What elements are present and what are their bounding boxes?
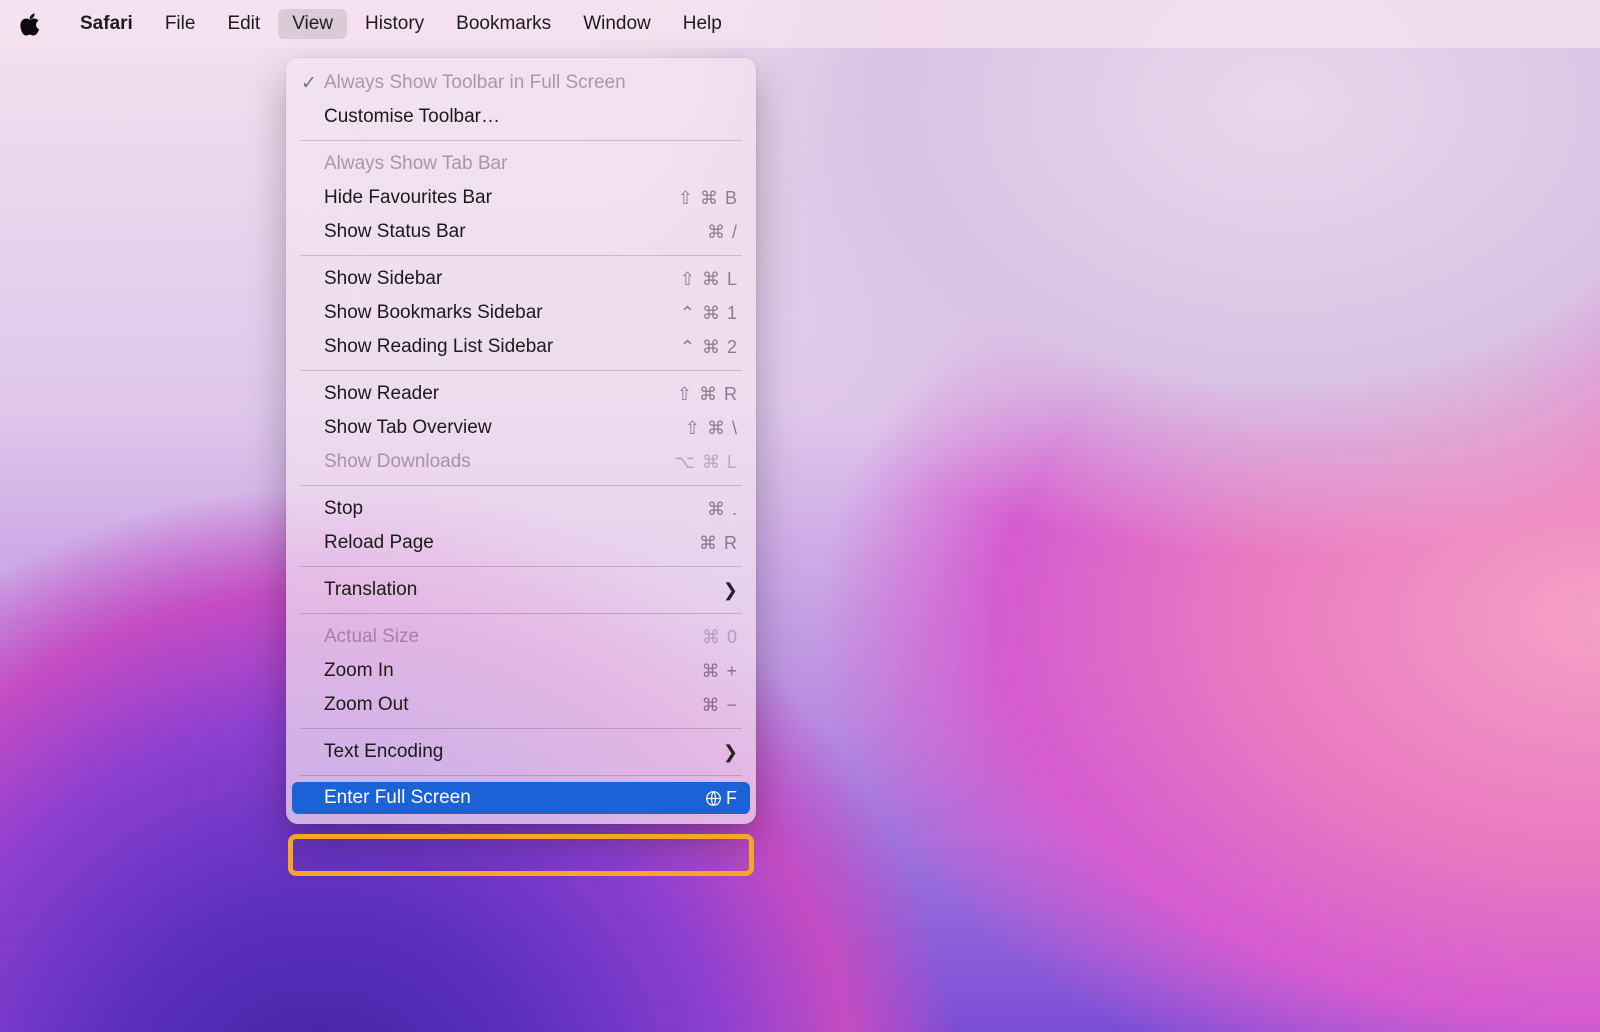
menu-item-show-reader[interactable]: Show Reader⇧ ⌘ R [286, 377, 756, 411]
menu-separator [300, 566, 742, 567]
menu-separator [300, 728, 742, 729]
menu-separator [300, 370, 742, 371]
menu-item-label: Zoom Out [322, 694, 701, 716]
menu-item-shortcut: ⌥ ⌘ L [674, 452, 738, 473]
menu-item-label: Always Show Toolbar in Full Screen [322, 72, 738, 94]
menu-item-label: Show Status Bar [322, 221, 707, 243]
menubar-edit[interactable]: Edit [213, 9, 274, 39]
menubar-bookmarks[interactable]: Bookmarks [442, 9, 565, 39]
menubar-file[interactable]: File [151, 9, 210, 39]
menu-item-customise-toolbar[interactable]: Customise Toolbar… [286, 100, 756, 134]
menubar-history[interactable]: History [351, 9, 438, 39]
menu-item-reload-page[interactable]: Reload Page⌘ R [286, 526, 756, 560]
menu-item-show-sidebar[interactable]: Show Sidebar⇧ ⌘ L [286, 262, 756, 296]
menu-item-shortcut: ⌃ ⌘ 1 [680, 303, 738, 324]
menu-item-enter-full-screen[interactable]: Enter Full ScreenF [292, 782, 750, 814]
menu-item-label: Translation [322, 579, 723, 601]
menu-item-label: Show Tab Overview [322, 417, 685, 439]
menu-separator [300, 775, 742, 776]
menu-item-shortcut: ⌘ R [699, 533, 738, 554]
menu-item-label: Text Encoding [322, 741, 723, 763]
menu-item-translation[interactable]: Translation❯ [286, 573, 756, 607]
menu-item-shortcut: ⌘ + [701, 661, 738, 682]
menu-item-label: Show Sidebar [322, 268, 680, 290]
menu-item-label: Show Reading List Sidebar [322, 336, 680, 358]
menu-item-show-reading-list-sidebar[interactable]: Show Reading List Sidebar⌃ ⌘ 2 [286, 330, 756, 364]
menu-item-stop[interactable]: Stop⌘ . [286, 492, 756, 526]
menu-item-shortcut: F [705, 788, 738, 809]
apple-menu-icon[interactable] [18, 11, 44, 37]
menu-item-label: Hide Favourites Bar [322, 187, 678, 209]
menubar-view[interactable]: View [278, 9, 347, 39]
chevron-right-icon: ❯ [723, 742, 738, 763]
menu-item-shortcut: ⇧ ⌘ B [678, 188, 738, 209]
globe-icon [705, 790, 722, 807]
annotation-highlight [288, 834, 754, 876]
menu-item-shortcut: ⌘ / [707, 222, 738, 243]
view-menu-dropdown: ✓Always Show Toolbar in Full Screen Custo… [286, 58, 756, 824]
checkmark-icon: ✓ [298, 72, 320, 95]
menu-item-zoom-out[interactable]: Zoom Out⌘ − [286, 688, 756, 722]
menubar-window[interactable]: Window [569, 9, 665, 39]
menu-separator [300, 485, 742, 486]
menu-separator [300, 255, 742, 256]
menu-item-label: Always Show Tab Bar [322, 153, 738, 175]
menu-item-label: Show Reader [322, 383, 677, 405]
chevron-right-icon: ❯ [723, 580, 738, 601]
menu-item-label: Stop [322, 498, 707, 520]
menubar: Safari File Edit View History Bookmarks … [0, 0, 1600, 48]
menu-item-text-encoding[interactable]: Text Encoding❯ [286, 735, 756, 769]
menu-item-always-show-tab-bar: Always Show Tab Bar [286, 147, 756, 181]
menu-item-hide-favourites-bar[interactable]: Hide Favourites Bar⇧ ⌘ B [286, 181, 756, 215]
menu-item-show-bookmarks-sidebar[interactable]: Show Bookmarks Sidebar⌃ ⌘ 1 [286, 296, 756, 330]
menu-item-shortcut: ⇧ ⌘ \ [685, 418, 738, 439]
menu-item-label: Show Bookmarks Sidebar [322, 302, 680, 324]
menubar-help[interactable]: Help [669, 9, 736, 39]
menu-item-shortcut: ⌘ 0 [702, 627, 738, 648]
menu-item-always-show-toolbar-in-full-screen: ✓Always Show Toolbar in Full Screen [286, 66, 756, 100]
menu-item-shortcut: ⌘ − [701, 695, 738, 716]
menu-item-show-tab-overview[interactable]: Show Tab Overview⇧ ⌘ \ [286, 411, 756, 445]
menu-item-label: Enter Full Screen [322, 787, 705, 809]
menu-item-label: Actual Size [322, 626, 702, 648]
menu-item-shortcut: ⌃ ⌘ 2 [680, 337, 738, 358]
menu-item-label: Show Downloads [322, 451, 674, 473]
menu-item-show-downloads: Show Downloads⌥ ⌘ L [286, 445, 756, 479]
desktop-wallpaper: Safari File Edit View History Bookmarks … [0, 0, 1600, 1032]
menu-item-shortcut: ⇧ ⌘ L [680, 269, 738, 290]
menu-item-shortcut: ⌘ . [707, 499, 738, 520]
menu-separator [300, 613, 742, 614]
menu-item-show-status-bar[interactable]: Show Status Bar⌘ / [286, 215, 756, 249]
menubar-app-safari[interactable]: Safari [66, 9, 147, 39]
menu-item-label: Zoom In [322, 660, 701, 682]
menu-item-label: Reload Page [322, 532, 699, 554]
menu-separator [300, 140, 742, 141]
menu-item-label: Customise Toolbar… [322, 106, 738, 128]
menu-item-actual-size: Actual Size⌘ 0 [286, 620, 756, 654]
menu-item-shortcut: ⇧ ⌘ R [677, 384, 738, 405]
menu-item-zoom-in[interactable]: Zoom In⌘ + [286, 654, 756, 688]
